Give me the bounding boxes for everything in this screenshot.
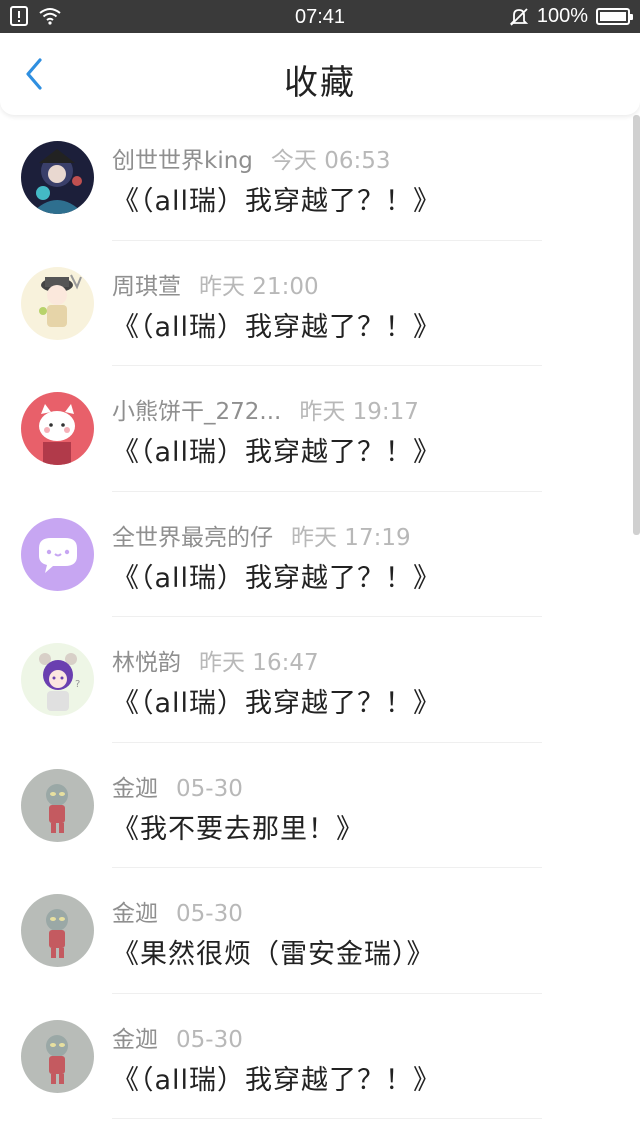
user-name[interactable]: 创世世界king bbox=[112, 141, 253, 175]
list-item[interactable]: 创世世界king 今天 06:53 《（all瑞）我穿越了？！》 bbox=[0, 115, 640, 241]
list-item[interactable]: 金迦 05-30 《果然很烦（雷安金瑞）》 bbox=[0, 868, 640, 994]
list-item[interactable]: 周琪萱 昨天 21:00 《（all瑞）我穿越了？！》 bbox=[0, 241, 640, 366]
avatar[interactable] bbox=[21, 1019, 94, 1093]
avatar-grey-figure-image bbox=[21, 894, 94, 967]
list-item[interactable]: 全世界最亮的仔 昨天 17:19 《（all瑞）我穿越了？！》 bbox=[0, 492, 640, 617]
favorite-title[interactable]: 《（all瑞）我穿越了？！》 bbox=[112, 556, 441, 595]
list-item[interactable]: ? 林悦韵 昨天 16:47 《（all瑞）我穿越了？！》 bbox=[0, 617, 640, 743]
status-icons-right: 100% bbox=[509, 5, 633, 28]
battery-icon bbox=[596, 8, 633, 25]
avatar[interactable] bbox=[21, 894, 94, 967]
timestamp: 05-30 bbox=[176, 775, 243, 802]
list-item[interactable]: 小熊饼干_272... 昨天 19:17 《（all瑞）我穿越了？！》 bbox=[0, 366, 640, 492]
header: 收藏 bbox=[0, 33, 640, 115]
status-bar: 07:41 100% bbox=[0, 0, 640, 33]
user-name[interactable]: 金迦 bbox=[112, 894, 158, 928]
avatar[interactable] bbox=[21, 517, 94, 591]
avatar[interactable] bbox=[21, 141, 94, 214]
favorite-title[interactable]: 《（all瑞）我穿越了？！》 bbox=[112, 305, 441, 344]
battery-percent: 100% bbox=[536, 5, 588, 27]
user-name[interactable]: 金迦 bbox=[112, 769, 158, 803]
favorite-title[interactable]: 《（all瑞）我穿越了？！》 bbox=[112, 681, 441, 720]
list-item[interactable]: 金迦 05-30 《我不要去那里！》 bbox=[0, 743, 640, 868]
mute-bell-icon bbox=[509, 7, 529, 26]
favorites-list: 创世世界king 今天 06:53 《（all瑞）我穿越了？！》 周琪萱 昨天 … bbox=[0, 115, 640, 1138]
timestamp: 昨天 17:19 bbox=[291, 524, 411, 551]
avatar-grey-figure-image bbox=[21, 768, 94, 842]
user-name[interactable]: 全世界最亮的仔 bbox=[112, 518, 273, 552]
avatar[interactable] bbox=[21, 768, 94, 842]
avatar-purple-hair-character-image: ? bbox=[21, 643, 94, 716]
user-name[interactable]: 金迦 bbox=[112, 1020, 158, 1054]
svg-text:?: ? bbox=[75, 679, 80, 690]
user-name[interactable]: 周琪萱 bbox=[112, 267, 181, 301]
timestamp: 昨天 21:00 bbox=[199, 273, 319, 300]
favorite-title[interactable]: 《我不要去那里！》 bbox=[112, 807, 364, 846]
list-item[interactable]: 金迦 05-30 《（all瑞）我穿越了？！》 bbox=[0, 994, 640, 1119]
avatar-pink-cat-image bbox=[21, 392, 94, 465]
timestamp: 昨天 16:47 bbox=[199, 650, 319, 676]
page-title: 收藏 bbox=[284, 63, 356, 103]
scrollbar[interactable] bbox=[633, 115, 640, 535]
timestamp: 05-30 bbox=[176, 901, 243, 927]
timestamp: 今天 06:53 bbox=[270, 148, 391, 174]
timestamp: 05-30 bbox=[176, 1026, 243, 1053]
avatar[interactable]: ? bbox=[21, 643, 94, 716]
avatar[interactable] bbox=[21, 266, 94, 340]
favorite-title[interactable]: 《（all瑞）我穿越了？！》 bbox=[112, 430, 441, 469]
divider bbox=[112, 1118, 542, 1119]
avatar-dark-character-image bbox=[21, 141, 94, 214]
avatar-grey-figure-image bbox=[21, 1019, 94, 1093]
avatar-chibi-character-image bbox=[21, 266, 94, 340]
favorite-title[interactable]: 《（all瑞）我穿越了？！》 bbox=[112, 1058, 441, 1097]
user-name[interactable]: 小熊饼干_272... bbox=[112, 392, 281, 426]
favorite-title[interactable]: 《（all瑞）我穿越了？！》 bbox=[112, 179, 441, 218]
favorite-title[interactable]: 《果然很烦（雷安金瑞）》 bbox=[112, 932, 435, 971]
avatar-chat-bubble-image bbox=[21, 517, 94, 591]
timestamp: 昨天 19:17 bbox=[299, 399, 419, 425]
avatar[interactable] bbox=[21, 392, 94, 465]
user-name[interactable]: 林悦韵 bbox=[112, 643, 181, 677]
